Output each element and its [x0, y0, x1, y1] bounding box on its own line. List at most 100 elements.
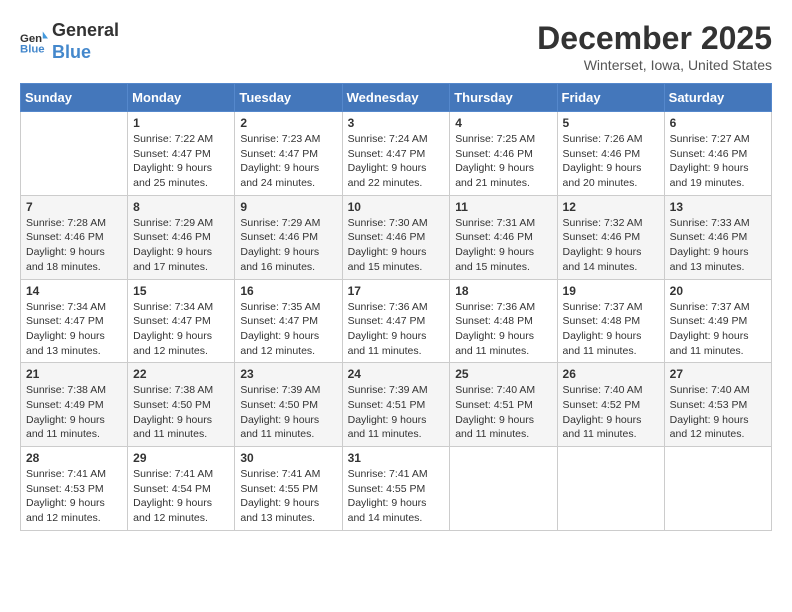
- logo-line1: General: [52, 20, 119, 40]
- day-info: Sunrise: 7:38 AMSunset: 4:49 PMDaylight:…: [26, 383, 122, 442]
- title-block: December 2025 Winterset, Iowa, United St…: [537, 20, 772, 73]
- day-info: Sunrise: 7:33 AMSunset: 4:46 PMDaylight:…: [670, 216, 766, 275]
- calendar-cell: 26Sunrise: 7:40 AMSunset: 4:52 PMDayligh…: [557, 363, 664, 447]
- day-number: 9: [240, 200, 336, 214]
- weekday-header-monday: Monday: [128, 84, 235, 112]
- calendar-cell: 25Sunrise: 7:40 AMSunset: 4:51 PMDayligh…: [450, 363, 557, 447]
- calendar-cell: 31Sunrise: 7:41 AMSunset: 4:55 PMDayligh…: [342, 447, 450, 531]
- day-info: Sunrise: 7:41 AMSunset: 4:54 PMDaylight:…: [133, 467, 229, 526]
- day-number: 30: [240, 451, 336, 465]
- day-info: Sunrise: 7:34 AMSunset: 4:47 PMDaylight:…: [133, 300, 229, 359]
- calendar-cell: 4 Sunrise: 7:25 AMSunset: 4:46 PMDaylight…: [450, 112, 557, 196]
- calendar-cell: 21 Sunrise: 7:38 AMSunset: 4:49 PMDayligh…: [21, 363, 128, 447]
- calendar-cell: 29 Sunrise: 7:41 AMSunset: 4:54 PMDayligh…: [128, 447, 235, 531]
- day-number: 12: [563, 200, 659, 214]
- calendar-cell: 23 Sunrise: 7:39 AMSunset: 4:50 PMDayligh…: [235, 363, 342, 447]
- calendar-cell: 2Sunrise: 7:23 AMSunset: 4:47 PMDaylight…: [235, 112, 342, 196]
- weekday-header-sunday: Sunday: [21, 84, 128, 112]
- day-number: 27: [670, 367, 766, 381]
- day-number: 19: [563, 284, 659, 298]
- weekday-header-wednesday: Wednesday: [342, 84, 450, 112]
- calendar-cell: 9 Sunrise: 7:29 AMSunset: 4:46 PMDaylight…: [235, 195, 342, 279]
- day-info: Sunrise: 7:27 AMSunset: 4:46 PMDaylight:…: [670, 132, 766, 191]
- day-number: 17: [348, 284, 445, 298]
- day-number: 28: [26, 451, 122, 465]
- weekday-header-row: SundayMondayTuesdayWednesdayThursdayFrid…: [21, 84, 772, 112]
- location: Winterset, Iowa, United States: [537, 57, 772, 73]
- logo-icon: Gen Blue: [20, 28, 48, 56]
- calendar-cell: 19 Sunrise: 7:37 AMSunset: 4:48 PMDayligh…: [557, 279, 664, 363]
- calendar-cell: 6 Sunrise: 7:27 AMSunset: 4:46 PMDaylight…: [664, 112, 771, 196]
- day-info: Sunrise: 7:39 AMSunset: 4:50 PMDaylight:…: [240, 383, 336, 442]
- month-title: December 2025: [537, 20, 772, 57]
- calendar-cell: [450, 447, 557, 531]
- day-number: 15: [133, 284, 229, 298]
- day-info: Sunrise: 7:37 AMSunset: 4:48 PMDaylight:…: [563, 300, 659, 359]
- day-number: 25: [455, 367, 551, 381]
- day-info: Sunrise: 7:36 AMSunset: 4:48 PMDaylight:…: [455, 300, 551, 359]
- svg-text:Blue: Blue: [20, 43, 45, 55]
- calendar-cell: 3Sunrise: 7:24 AMSunset: 4:47 PMDaylight…: [342, 112, 450, 196]
- calendar-cell: 27 Sunrise: 7:40 AMSunset: 4:53 PMDayligh…: [664, 363, 771, 447]
- calendar-cell: 12 Sunrise: 7:32 AMSunset: 4:46 PMDayligh…: [557, 195, 664, 279]
- day-number: 4: [455, 116, 551, 130]
- logo-line2: Blue: [52, 42, 91, 62]
- calendar-cell: 24 Sunrise: 7:39 AMSunset: 4:51 PMDayligh…: [342, 363, 450, 447]
- day-info: Sunrise: 7:34 AMSunset: 4:47 PMDaylight:…: [26, 300, 122, 359]
- weekday-header-thursday: Thursday: [450, 84, 557, 112]
- day-info: Sunrise: 7:22 AMSunset: 4:47 PMDaylight:…: [133, 132, 229, 191]
- calendar-cell: 17 Sunrise: 7:36 AMSunset: 4:47 PMDayligh…: [342, 279, 450, 363]
- day-number: 14: [26, 284, 122, 298]
- day-number: 5: [563, 116, 659, 130]
- calendar-cell: [21, 112, 128, 196]
- calendar-cell: 11Sunrise: 7:31 AMSunset: 4:46 PMDayligh…: [450, 195, 557, 279]
- day-info: Sunrise: 7:41 AMSunset: 4:53 PMDaylight:…: [26, 467, 122, 526]
- calendar-table: SundayMondayTuesdayWednesdayThursdayFrid…: [20, 83, 772, 531]
- day-info: Sunrise: 7:30 AMSunset: 4:46 PMDaylight:…: [348, 216, 445, 275]
- day-number: 22: [133, 367, 229, 381]
- calendar-week-row: 7Sunrise: 7:28 AMSunset: 4:46 PMDaylight…: [21, 195, 772, 279]
- calendar-cell: 1Sunrise: 7:22 AMSunset: 4:47 PMDaylight…: [128, 112, 235, 196]
- calendar-week-row: 28 Sunrise: 7:41 AMSunset: 4:53 PMDayligh…: [21, 447, 772, 531]
- day-info: Sunrise: 7:40 AMSunset: 4:53 PMDaylight:…: [670, 383, 766, 442]
- calendar-cell: 13Sunrise: 7:33 AMSunset: 4:46 PMDayligh…: [664, 195, 771, 279]
- day-number: 23: [240, 367, 336, 381]
- calendar-week-row: 1Sunrise: 7:22 AMSunset: 4:47 PMDaylight…: [21, 112, 772, 196]
- logo-text: General Blue: [52, 20, 119, 63]
- logo: Gen Blue General Blue: [20, 20, 119, 63]
- calendar-cell: 30 Sunrise: 7:41 AMSunset: 4:55 PMDayligh…: [235, 447, 342, 531]
- day-number: 6: [670, 116, 766, 130]
- day-info: Sunrise: 7:41 AMSunset: 4:55 PMDaylight:…: [240, 467, 336, 526]
- weekday-header-friday: Friday: [557, 84, 664, 112]
- calendar-cell: 5 Sunrise: 7:26 AMSunset: 4:46 PMDaylight…: [557, 112, 664, 196]
- day-number: 20: [670, 284, 766, 298]
- day-info: Sunrise: 7:36 AMSunset: 4:47 PMDaylight:…: [348, 300, 445, 359]
- calendar-cell: 7Sunrise: 7:28 AMSunset: 4:46 PMDaylight…: [21, 195, 128, 279]
- day-info: Sunrise: 7:25 AMSunset: 4:46 PMDaylight:…: [455, 132, 551, 191]
- calendar-week-row: 14 Sunrise: 7:34 AMSunset: 4:47 PMDayligh…: [21, 279, 772, 363]
- calendar-cell: 14 Sunrise: 7:34 AMSunset: 4:47 PMDayligh…: [21, 279, 128, 363]
- day-info: Sunrise: 7:24 AMSunset: 4:47 PMDaylight:…: [348, 132, 445, 191]
- day-number: 21: [26, 367, 122, 381]
- day-info: Sunrise: 7:26 AMSunset: 4:46 PMDaylight:…: [563, 132, 659, 191]
- weekday-header-saturday: Saturday: [664, 84, 771, 112]
- calendar-cell: 16Sunrise: 7:35 AMSunset: 4:47 PMDayligh…: [235, 279, 342, 363]
- day-info: Sunrise: 7:40 AMSunset: 4:52 PMDaylight:…: [563, 383, 659, 442]
- day-number: 2: [240, 116, 336, 130]
- day-info: Sunrise: 7:35 AMSunset: 4:47 PMDaylight:…: [240, 300, 336, 359]
- day-number: 10: [348, 200, 445, 214]
- day-info: Sunrise: 7:32 AMSunset: 4:46 PMDaylight:…: [563, 216, 659, 275]
- calendar-cell: [557, 447, 664, 531]
- day-info: Sunrise: 7:29 AMSunset: 4:46 PMDaylight:…: [133, 216, 229, 275]
- weekday-header-tuesday: Tuesday: [235, 84, 342, 112]
- day-number: 7: [26, 200, 122, 214]
- calendar-week-row: 21 Sunrise: 7:38 AMSunset: 4:49 PMDayligh…: [21, 363, 772, 447]
- calendar-cell: 8Sunrise: 7:29 AMSunset: 4:46 PMDaylight…: [128, 195, 235, 279]
- page-header: Gen Blue General Blue December 2025 Wint…: [20, 20, 772, 73]
- day-info: Sunrise: 7:31 AMSunset: 4:46 PMDaylight:…: [455, 216, 551, 275]
- day-number: 29: [133, 451, 229, 465]
- calendar-cell: 20Sunrise: 7:37 AMSunset: 4:49 PMDayligh…: [664, 279, 771, 363]
- day-info: Sunrise: 7:39 AMSunset: 4:51 PMDaylight:…: [348, 383, 445, 442]
- day-number: 24: [348, 367, 445, 381]
- day-info: Sunrise: 7:29 AMSunset: 4:46 PMDaylight:…: [240, 216, 336, 275]
